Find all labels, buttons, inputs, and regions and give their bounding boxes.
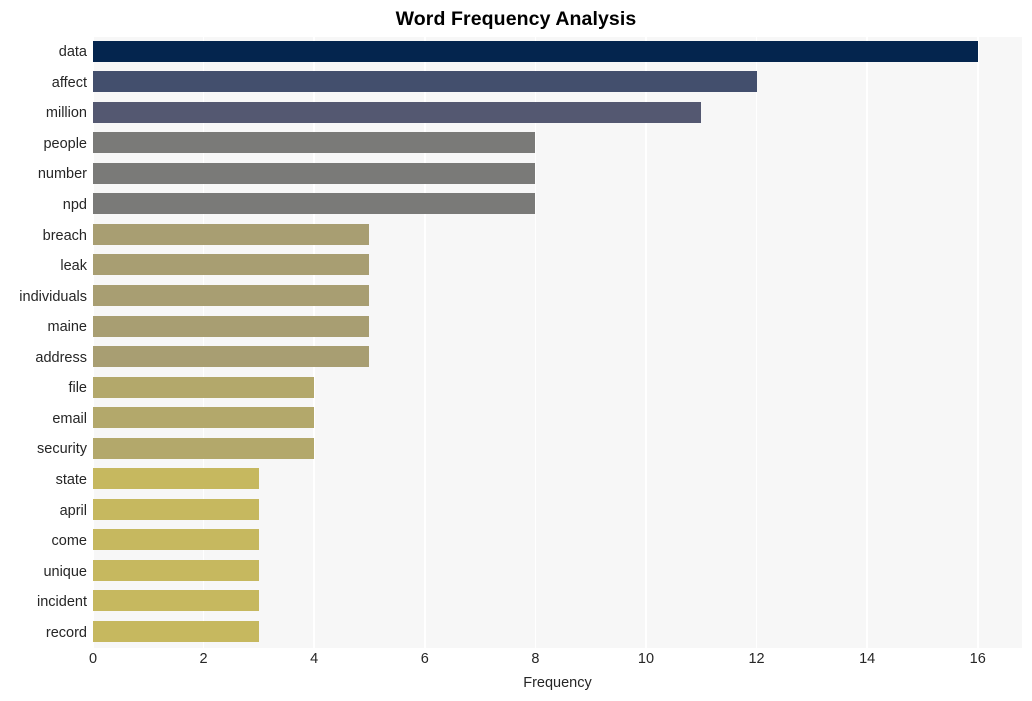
bar-row [93, 373, 1022, 401]
y-tick-label-data: data [58, 44, 87, 61]
bar [93, 132, 536, 154]
y-tick-label-unique: unique [43, 563, 87, 580]
bar-row [93, 495, 1022, 523]
y-tick-label-incident: incident [37, 594, 87, 611]
bar-row [93, 37, 1022, 65]
bar [93, 590, 259, 612]
bar-row [93, 312, 1022, 340]
x-tick-label-4: 4 [310, 651, 319, 667]
bar [93, 437, 315, 459]
y-tick-label-breach: breach [42, 227, 87, 244]
bar-row [93, 220, 1022, 248]
bar [93, 468, 259, 490]
bar [93, 376, 315, 398]
bar [93, 223, 370, 245]
y-tick-label-record: record [45, 624, 87, 641]
y-tick-label-file: file [68, 380, 87, 397]
bar [93, 559, 259, 581]
y-tick-label-npd: npd [62, 197, 87, 214]
bar [93, 407, 315, 429]
y-tick-label-leak: leak [60, 258, 87, 275]
bar-row [93, 68, 1022, 96]
y-tick-label-come: come [51, 533, 87, 550]
y-tick-label-security: security [37, 441, 87, 458]
bar-row [93, 434, 1022, 462]
bar [93, 40, 978, 62]
bar [93, 315, 370, 337]
bar-row [93, 587, 1022, 615]
y-tick-label-million: million [45, 105, 87, 122]
bar [93, 498, 259, 520]
y-tick-label-april: april [59, 502, 87, 519]
bar-row [93, 526, 1022, 554]
x-tick-label-14: 14 [859, 651, 876, 667]
x-tick-label-10: 10 [637, 651, 655, 667]
y-axis-tick-labels: data affect million people number npd breach le… [0, 37, 87, 648]
x-tick-label-0: 0 [88, 651, 98, 667]
bar [93, 193, 536, 215]
y-tick-label-number: number [37, 166, 87, 183]
x-tick-label-12: 12 [748, 651, 765, 667]
y-tick-label-affect: affect [51, 74, 87, 91]
x-tick-label-6: 6 [420, 651, 429, 667]
y-tick-label-state: state [55, 471, 87, 488]
y-tick-label-maine: maine [47, 319, 88, 336]
word-frequency-chart: Word Frequency Analysis data affect millio… [0, 0, 1032, 701]
bar [93, 162, 536, 184]
bar-row [93, 343, 1022, 371]
x-tick-label-8: 8 [531, 651, 540, 667]
bar [93, 529, 259, 551]
x-tick-label-16: 16 [969, 651, 986, 667]
x-tick-label-2: 2 [199, 651, 208, 667]
bar [93, 101, 702, 123]
bar-row [93, 159, 1022, 187]
bar [93, 284, 370, 306]
bar-row [93, 251, 1022, 279]
bar-row [93, 617, 1022, 645]
y-tick-label-address: address [35, 349, 87, 366]
bar [93, 254, 370, 276]
x-axis-title: Frequency [523, 675, 592, 691]
y-tick-label-individuals: individuals [19, 288, 87, 305]
y-tick-label-people: people [43, 135, 87, 152]
bar [93, 621, 259, 643]
bar-row [93, 190, 1022, 218]
y-tick-label-email: email [52, 410, 87, 427]
plot-area [93, 37, 1022, 648]
bar-row [93, 404, 1022, 432]
bar-row [93, 556, 1022, 584]
bar [93, 346, 370, 368]
bar [93, 71, 757, 93]
chart-title: Word Frequency Analysis [395, 8, 637, 30]
bar-row [93, 281, 1022, 309]
bar-row [93, 98, 1022, 126]
x-axis-tick-labels: 0 2 4 6 8 10 12 14 16 [0, 651, 1032, 673]
bar-row [93, 465, 1022, 493]
bar-row [93, 129, 1022, 157]
